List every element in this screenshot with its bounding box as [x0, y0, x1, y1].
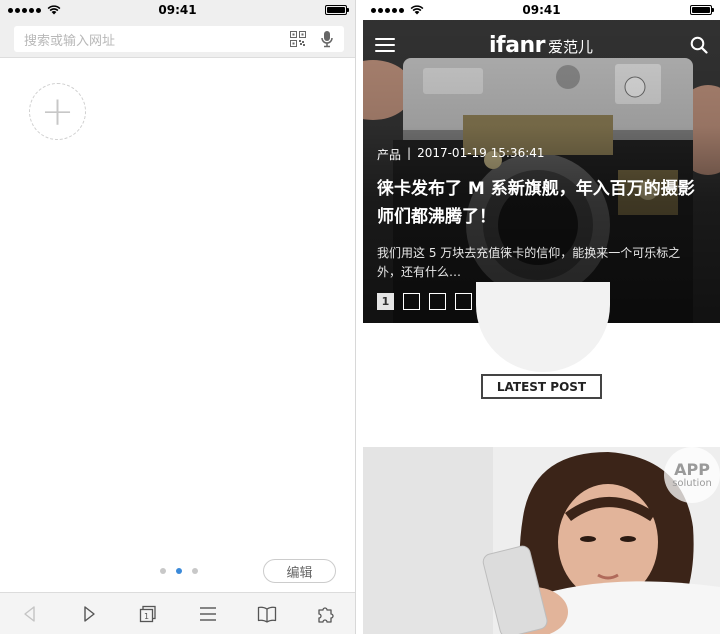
article-date: 2017-01-19 15:36:41	[417, 146, 545, 160]
qr-code-icon[interactable]	[290, 31, 306, 47]
battery-icon	[690, 5, 714, 15]
article-category[interactable]: 产品	[377, 146, 401, 163]
page-indicator	[160, 568, 198, 574]
article-meta: 产品 | 2017-01-19 15:36:41	[377, 146, 545, 163]
tab-count: 1	[144, 612, 149, 621]
edit-button[interactable]: 编辑	[263, 559, 336, 583]
status-bar: 09:41	[363, 0, 720, 20]
address-bar[interactable]: 搜索或输入网址	[14, 26, 344, 52]
article-card-image[interactable]: APP solution	[363, 447, 720, 634]
forward-button[interactable]	[74, 599, 104, 629]
menu-icon[interactable]	[375, 38, 395, 52]
app-solution-badge: APP solution	[664, 447, 720, 503]
battery-icon	[325, 5, 349, 15]
forward-icon	[84, 605, 95, 622]
wifi-icon	[410, 5, 424, 15]
loading-placeholder	[476, 282, 610, 372]
signal-icon	[371, 5, 424, 15]
latest-post-label: LATEST POST	[481, 374, 602, 399]
ifanr-logo: ifanr 爱范儿	[489, 33, 593, 58]
menu-icon	[199, 606, 216, 621]
bookmarks-icon	[257, 606, 277, 623]
status-bar: 09:41	[0, 0, 355, 20]
carousel-dot-2[interactable]	[403, 293, 420, 310]
meta-separator: |	[407, 146, 412, 160]
carousel-dot-4[interactable]	[455, 293, 472, 310]
address-bar-area: 搜索或输入网址	[0, 20, 355, 58]
address-placeholder: 搜索或输入网址	[24, 33, 116, 49]
extensions-icon	[318, 606, 334, 623]
bookmarks-button[interactable]	[252, 599, 282, 629]
tabs-button[interactable]: 1	[133, 599, 163, 629]
back-button[interactable]	[15, 599, 45, 629]
ifanr-screen: 09:41 ifanr 爱范儿 产品 | 2017-01-19 15:36:41…	[363, 0, 720, 634]
page-dot[interactable]	[160, 568, 166, 574]
page-dot-active[interactable]	[176, 568, 182, 574]
article-excerpt: 我们用这 5 万块去充值徕卡的信仰，能换来一个可乐标之外，还有什么…	[377, 246, 681, 279]
back-icon	[23, 605, 35, 622]
extensions-button[interactable]	[311, 599, 341, 629]
wifi-icon	[47, 5, 61, 15]
browser-screen: 09:41 搜索或输入网址 + 编辑 1	[0, 0, 356, 634]
page-dot[interactable]	[192, 568, 198, 574]
menu-button[interactable]	[193, 599, 223, 629]
tabs-icon: 1	[140, 605, 156, 622]
signal-icon	[8, 5, 61, 15]
bottom-toolbar: 1	[0, 592, 355, 634]
article-title[interactable]: 徕卡发布了 M 系新旗舰，年入百万的摄影师们都沸腾了！	[377, 175, 697, 231]
carousel-dot-3[interactable]	[429, 293, 446, 310]
microphone-icon[interactable]	[320, 30, 334, 48]
search-icon[interactable]	[690, 36, 708, 54]
plus-icon: +	[40, 88, 75, 135]
carousel-dot-1[interactable]: 1	[377, 293, 394, 310]
featured-carousel[interactable]: ifanr 爱范儿 产品 | 2017-01-19 15:36:41 徕卡发布了…	[363, 20, 720, 323]
add-shortcut-button[interactable]: +	[29, 83, 86, 140]
